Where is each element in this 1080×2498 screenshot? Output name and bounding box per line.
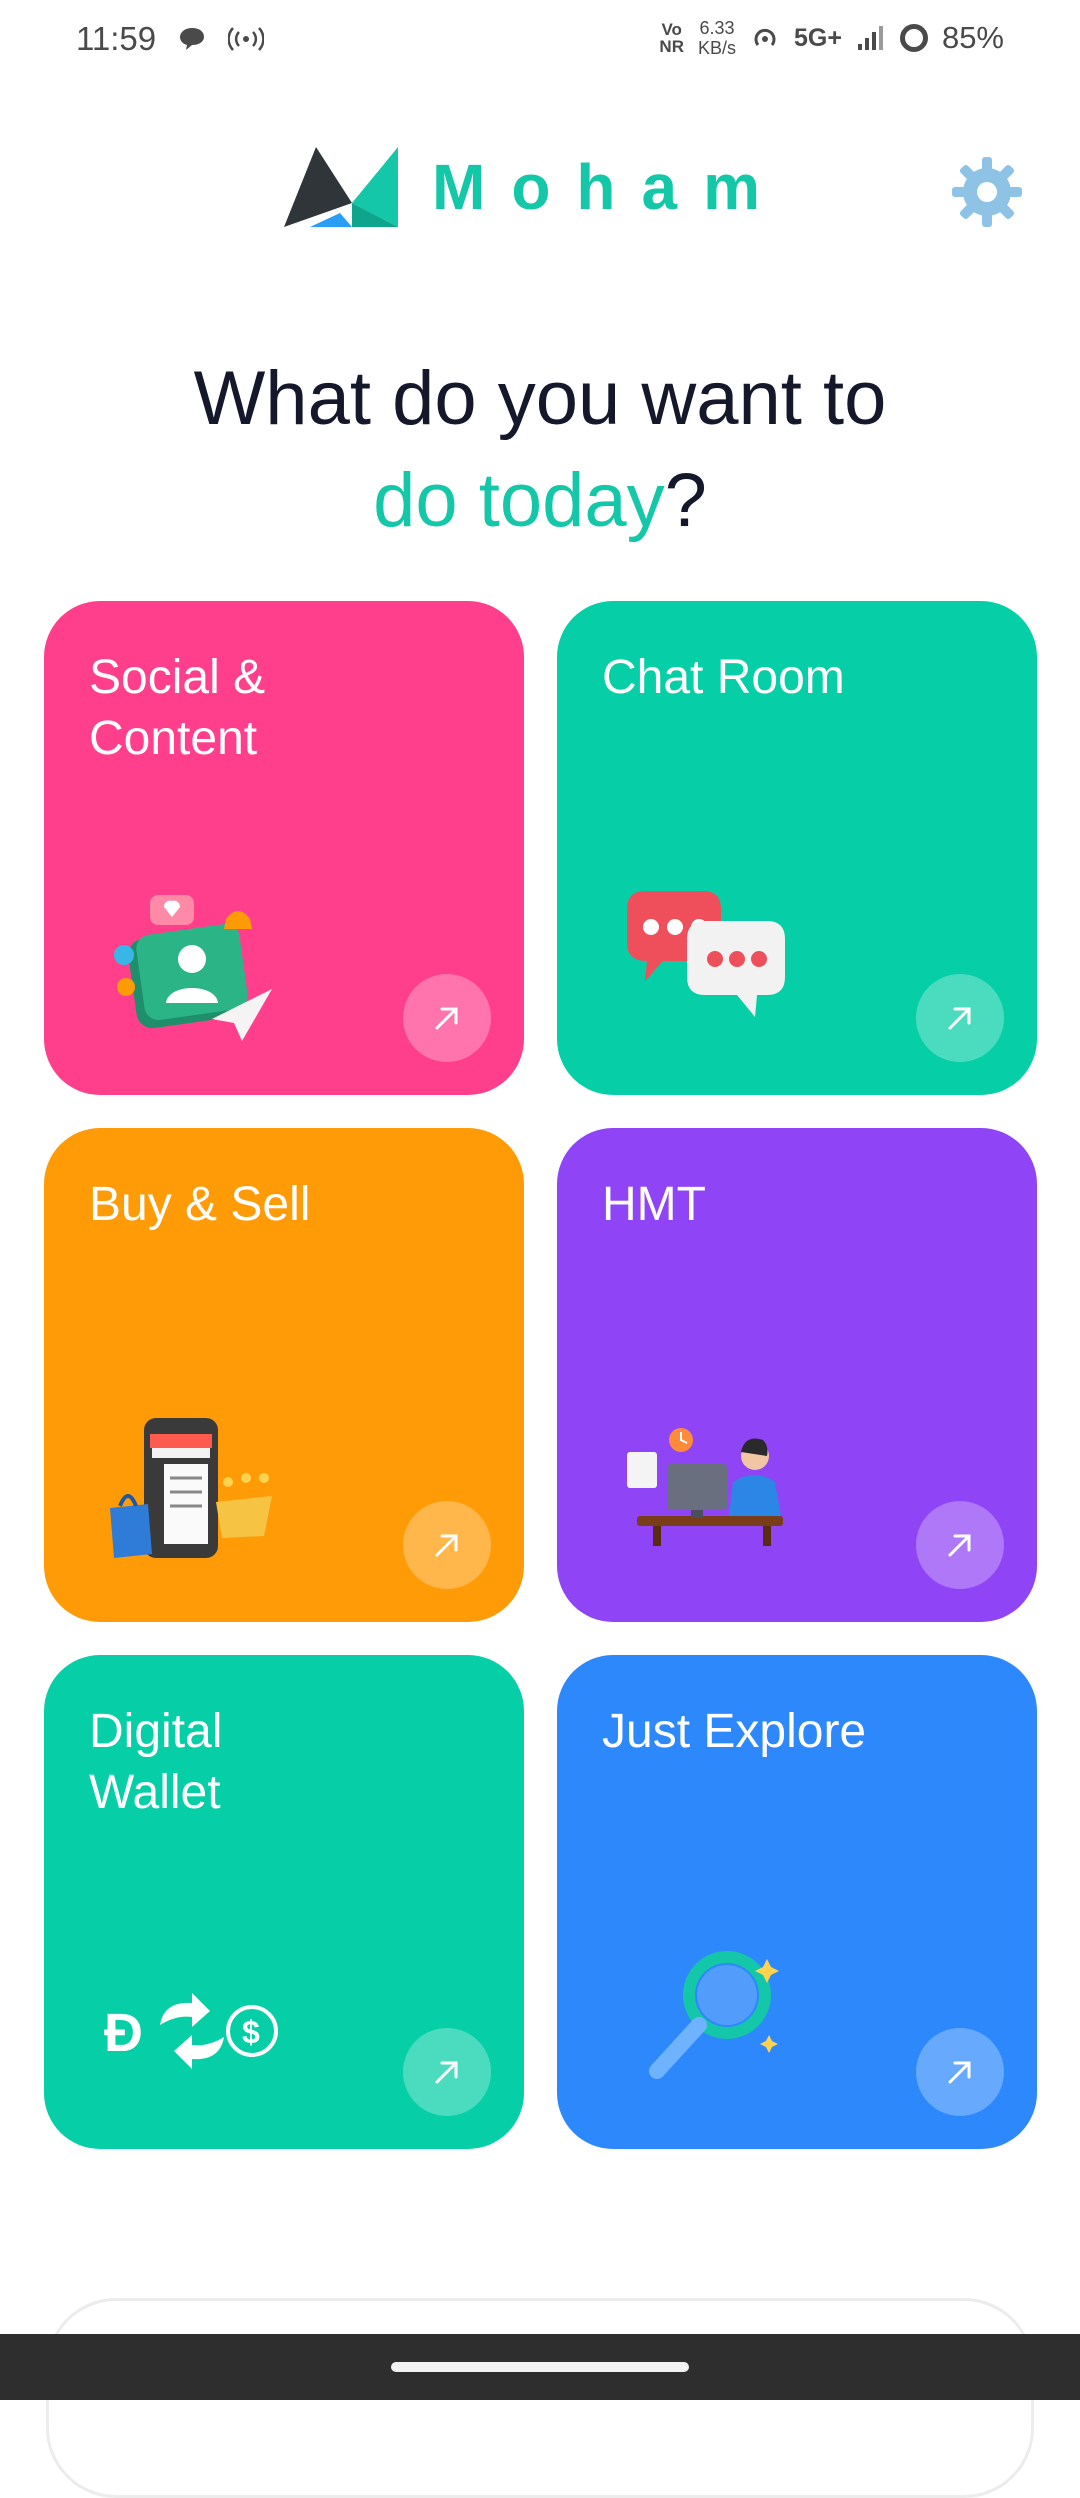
brand-name: Moham xyxy=(432,151,786,223)
speed-value: 6.33 xyxy=(699,18,735,38)
chat-bubble-icon xyxy=(180,28,205,50)
moham-logo-icon xyxy=(284,147,398,227)
card-title: Just Explore xyxy=(602,1705,867,1758)
open-arrow-button[interactable] xyxy=(916,974,1004,1062)
page-heading: What do you want to do today? xyxy=(0,348,1080,552)
volte-top: Vo xyxy=(661,20,682,39)
shopping-icon xyxy=(110,1418,272,1558)
arrow-up-right-icon xyxy=(435,1007,458,1030)
battery-level: 85% xyxy=(941,20,1004,55)
arrow-up-right-icon xyxy=(948,1007,971,1030)
battery-icon xyxy=(899,24,928,52)
svg-text:Đ: Đ xyxy=(104,2003,143,2063)
volte-bottom: NR xyxy=(659,37,684,56)
card-title: Social & Content xyxy=(89,651,266,765)
arrow-up-right-icon xyxy=(948,2061,971,2084)
open-arrow-button[interactable] xyxy=(403,974,491,1062)
brand-logo: Moham xyxy=(280,143,786,231)
open-arrow-button[interactable] xyxy=(403,1501,491,1589)
network-type: 5G+ xyxy=(794,23,842,52)
card-digital-wallet[interactable]: Digital Wallet Đ $ xyxy=(44,1655,524,2149)
card-title: Digital Wallet xyxy=(89,1705,223,1819)
social-profile-icon xyxy=(114,895,272,1041)
card-title: Buy & Sell xyxy=(89,1178,311,1231)
card-buy-sell[interactable]: Buy & Sell xyxy=(44,1128,524,1622)
person-at-computer-icon xyxy=(627,1428,783,1546)
card-social-content[interactable]: Social & Content xyxy=(44,601,524,1095)
card-hmt[interactable]: HMT xyxy=(557,1128,1037,1622)
open-arrow-button[interactable] xyxy=(916,2028,1004,2116)
card-title: Chat Room xyxy=(602,651,845,704)
open-arrow-button[interactable] xyxy=(403,2028,491,2116)
chat-bubbles-icon xyxy=(627,891,785,1017)
speed-unit: KB/s xyxy=(697,38,736,58)
arrow-up-right-icon xyxy=(948,1534,971,1557)
open-arrow-button[interactable] xyxy=(916,1501,1004,1589)
settings-button[interactable] xyxy=(950,155,1024,229)
card-title: HMT xyxy=(602,1178,706,1231)
currency-exchange-icon: Đ $ xyxy=(104,1993,278,2069)
svg-text:$: $ xyxy=(242,2014,260,2050)
status-right: Vo NR 6.33 KB/s 5G+ 85% xyxy=(659,18,1004,58)
heading-question-mark: ? xyxy=(664,458,707,543)
arrow-up-right-icon xyxy=(435,2061,458,2084)
heading-line-1: What do you want to xyxy=(193,356,887,441)
wifi-calling-icon xyxy=(754,28,776,46)
card-just-explore[interactable]: Just Explore xyxy=(557,1655,1037,2149)
hotspot-icon xyxy=(228,27,265,51)
signal-icon xyxy=(857,26,883,50)
network-speed: 6.33 KB/s xyxy=(698,18,736,58)
status-bar: 11:59 Vo NR 6.33 KB/s 5G+ 85% xyxy=(0,0,1080,88)
heading-line-2: do today? xyxy=(0,450,1080,552)
magnifier-icon xyxy=(649,1951,779,2079)
card-chat-room[interactable]: Chat Room xyxy=(557,601,1037,1095)
status-time: 11:59 xyxy=(76,20,157,57)
status-left: 11:59 xyxy=(76,20,265,58)
gear-icon xyxy=(952,157,1022,227)
volte-indicator: Vo NR xyxy=(659,21,684,55)
heading-accent: do today xyxy=(373,458,665,543)
home-gesture-handle[interactable] xyxy=(391,2362,689,2372)
arrow-up-right-icon xyxy=(435,1534,458,1557)
